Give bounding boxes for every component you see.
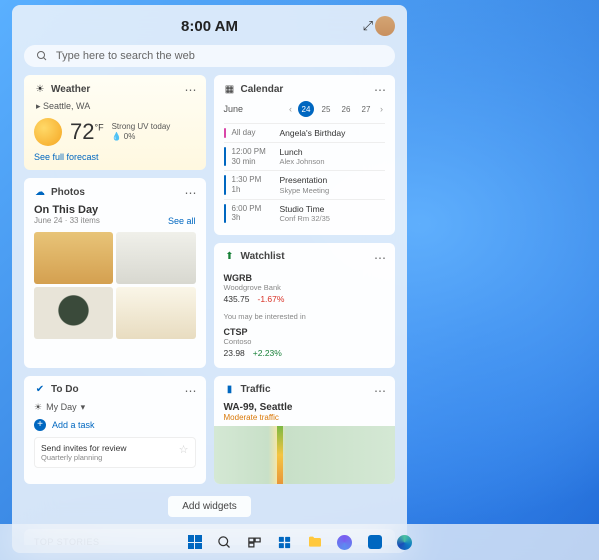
stock-row[interactable]: CTSPContoso 23.98+2.23%: [224, 323, 386, 362]
weather-icon: ☀: [34, 83, 46, 95]
sun-icon: [34, 118, 62, 146]
photo-thumb[interactable]: [116, 287, 195, 339]
chevron-right-icon[interactable]: ›: [378, 104, 385, 114]
day-27[interactable]: 27: [358, 101, 374, 117]
chart-icon: ⬆: [224, 251, 236, 263]
photo-thumb[interactable]: [116, 232, 195, 284]
add-task-button[interactable]: +Add a task: [34, 419, 196, 431]
more-icon[interactable]: ⋯: [374, 83, 387, 97]
photos-icon: ☁: [34, 186, 46, 198]
see-all-link[interactable]: See all: [168, 216, 196, 226]
task-item[interactable]: Send invites for reviewQuarterly plannin…: [34, 437, 196, 468]
more-icon[interactable]: ⋯: [185, 384, 198, 398]
traffic-card[interactable]: ▮Traffic ⋯ WA-99, Seattle Moderate traff…: [214, 376, 396, 484]
widgets-button[interactable]: [272, 529, 298, 555]
more-icon[interactable]: ⋯: [185, 83, 198, 97]
app-icon[interactable]: [362, 529, 388, 555]
search-icon: [36, 50, 48, 62]
event-row[interactable]: 1:30 PM1hPresentationSkype Meeting: [224, 170, 386, 198]
user-avatar[interactable]: [375, 16, 395, 36]
day-24[interactable]: 24: [298, 101, 314, 117]
explorer-button[interactable]: [302, 529, 328, 555]
start-button[interactable]: [182, 529, 208, 555]
photo-thumb[interactable]: [34, 232, 113, 284]
traffic-map[interactable]: [214, 426, 396, 484]
more-icon[interactable]: ⋯: [185, 186, 198, 200]
event-row[interactable]: All dayAngela's Birthday: [224, 123, 386, 142]
clock: 8:00 AM: [181, 18, 238, 35]
app-icon[interactable]: [332, 529, 358, 555]
star-icon[interactable]: ☆: [179, 443, 189, 456]
widgets-panel: 8:00 AM ⤢ Type here to search the web ☀W…: [12, 5, 407, 553]
chevron-left-icon[interactable]: ‹: [287, 104, 294, 114]
calendar-icon: ▦: [224, 83, 236, 95]
watchlist-card[interactable]: ⬆Watchlist ⋯ WGRBWoodgrove Bank 435.75-1…: [214, 243, 396, 368]
taskbar: [0, 524, 599, 560]
more-icon[interactable]: ⋯: [374, 251, 387, 265]
traffic-icon: ▮: [224, 384, 236, 396]
check-icon: ✔: [34, 384, 46, 396]
search-input[interactable]: Type here to search the web: [24, 45, 395, 67]
more-icon[interactable]: ⋯: [374, 384, 387, 398]
todo-card[interactable]: ✔To Do ⋯ ☀ My Day ▾ +Add a task Send inv…: [24, 376, 206, 484]
forecast-link[interactable]: See full forecast: [34, 152, 196, 162]
photos-card[interactable]: ☁Photos ⋯ On This Day June 24 · 33 items…: [24, 178, 206, 368]
task-view-button[interactable]: [242, 529, 268, 555]
day-26[interactable]: 26: [338, 101, 354, 117]
event-row[interactable]: 6:00 PM3hStudio TimeConf Rm 32/35: [224, 199, 386, 227]
photo-thumb[interactable]: [34, 287, 113, 339]
event-row[interactable]: 12:00 PM30 minLunchAlex Johnson: [224, 142, 386, 170]
stock-row[interactable]: WGRBWoodgrove Bank 435.75-1.67%: [224, 269, 386, 308]
list-selector[interactable]: ☀ My Day ▾: [34, 402, 196, 413]
expand-icon[interactable]: ⤢: [363, 18, 373, 34]
day-25[interactable]: 25: [318, 101, 334, 117]
edge-button[interactable]: [392, 529, 418, 555]
calendar-card[interactable]: ▦Calendar ⋯ June ‹ 24 25 26 27 › All day…: [214, 75, 396, 235]
add-widgets-button[interactable]: Add widgets: [168, 496, 250, 517]
search-button[interactable]: [212, 529, 238, 555]
weather-card[interactable]: ☀Weather ⋯ ▸ Seattle, WA 72°F Strong UV …: [24, 75, 206, 170]
